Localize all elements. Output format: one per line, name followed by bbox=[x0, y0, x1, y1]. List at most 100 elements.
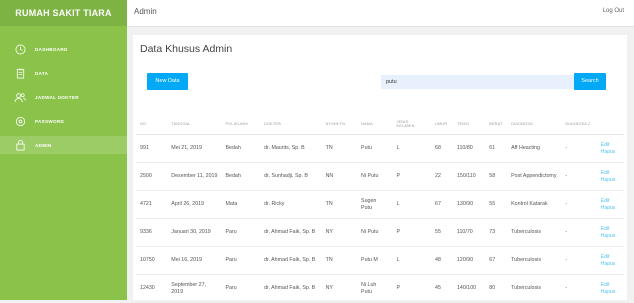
table-cell: NY bbox=[321, 218, 358, 247]
sidebar-item-label: ADMIN bbox=[35, 142, 52, 148]
edit-link[interactable]: Edit bbox=[601, 282, 620, 289]
delete-link[interactable]: Hapus bbox=[601, 289, 620, 296]
table-cell: Paru bbox=[221, 274, 261, 303]
column-header: NO bbox=[136, 114, 168, 135]
table-cell: 58 bbox=[485, 162, 508, 191]
table-cell: 10750 bbox=[136, 246, 168, 275]
table-cell: Bedah bbox=[221, 162, 261, 191]
table-cell: 45 bbox=[431, 274, 453, 303]
edit-link[interactable]: Edit bbox=[601, 226, 620, 233]
delete-link[interactable]: Hapus bbox=[601, 177, 620, 184]
table-cell: dr. Ahmad Faik, Sp. B bbox=[260, 274, 322, 303]
table-cell: 110/80 bbox=[452, 134, 486, 163]
clock-icon bbox=[14, 43, 26, 55]
delete-link[interactable]: Hapus bbox=[601, 149, 620, 156]
table-cell: 73 bbox=[485, 218, 508, 247]
table-cell: dr. Ricky bbox=[260, 190, 322, 219]
table-cell: NY bbox=[321, 274, 358, 303]
table-cell: Paru bbox=[221, 218, 261, 247]
edit-link[interactable]: Edit bbox=[601, 142, 620, 149]
table-cell: Ni Luh Putu bbox=[357, 274, 393, 303]
row-actions: Edit Hapus bbox=[596, 246, 624, 275]
table-cell: dr. Ahmad Faik, Sp. B bbox=[260, 218, 322, 247]
column-header bbox=[596, 114, 624, 135]
table-cell: Ni Putu bbox=[357, 162, 393, 191]
table-cell: 48 bbox=[431, 246, 453, 275]
table-cell: 67 bbox=[431, 190, 453, 219]
table-cell: L bbox=[392, 246, 432, 275]
edit-link[interactable]: Edit bbox=[601, 198, 620, 205]
table-cell: 150/110 bbox=[452, 162, 486, 191]
table-row: 991 Mei 21, 2019 Bedah dr. Maurits, Sp. B TN… bbox=[136, 134, 624, 163]
delete-link[interactable]: Hapus bbox=[601, 205, 620, 212]
table-cell: 67 bbox=[485, 246, 508, 275]
table-cell: 120/90 bbox=[452, 246, 486, 275]
table-cell: - bbox=[561, 246, 597, 275]
table-cell: Tuberculosis bbox=[507, 218, 562, 247]
row-actions: Edit Hapus bbox=[596, 274, 624, 303]
lock-icon bbox=[14, 139, 26, 151]
search-button[interactable]: Search bbox=[574, 73, 606, 90]
table-cell: - bbox=[561, 274, 597, 303]
table-cell: 4721 bbox=[136, 190, 168, 219]
table-cell: Desember 11, 2019 bbox=[167, 162, 222, 191]
table-cell: Post Appendictomy bbox=[507, 162, 562, 191]
sidebar-item-label: JADWAL DOKTER bbox=[35, 94, 79, 100]
column-header: DIAGNOSA bbox=[507, 114, 562, 135]
table-cell: Tuberculosis bbox=[507, 246, 562, 275]
table-cell: TN bbox=[321, 190, 358, 219]
table-row: 4721 April 26, 2019 Mata dr. Ricky TN Sugen P… bbox=[136, 190, 624, 219]
column-header: NY/NN/TN bbox=[321, 114, 358, 135]
sidebar-item-data[interactable]: DATA bbox=[0, 64, 127, 82]
table-cell: 130/90 bbox=[452, 190, 486, 219]
table-cell: dr. Sunhadji, Sp. B bbox=[260, 162, 322, 191]
column-header: NAMA bbox=[357, 114, 393, 135]
sidebar-item-label: PASSWORD bbox=[35, 118, 65, 124]
table-cell: dr. Ahmad Faik, Sp. B bbox=[260, 246, 322, 275]
row-actions: Edit Hapus bbox=[596, 218, 624, 247]
logout-link[interactable]: Log Out bbox=[603, 8, 624, 14]
table-cell: Mei 21, 2019 bbox=[167, 134, 222, 163]
new-data-button[interactable]: New Data bbox=[147, 73, 188, 90]
sidebar-item-label: DASHBOARD bbox=[35, 46, 68, 52]
table-cell: Januari 30, 2019 bbox=[167, 218, 222, 247]
table-cell: Kontrol Katarak bbox=[507, 190, 562, 219]
table-cell: Putu bbox=[357, 134, 393, 163]
brand-title: RUMAH SAKIT TIARA bbox=[0, 0, 127, 26]
row-actions: Edit Hapus bbox=[596, 162, 624, 191]
table-cell: P bbox=[392, 218, 432, 247]
table-cell: 110/70 bbox=[452, 218, 486, 247]
sidebar-item-admin[interactable]: ADMIN bbox=[0, 136, 127, 154]
column-header: UMUR bbox=[431, 114, 453, 135]
table-row: 12430 September 27, 2019 Paru dr. Ahmad Fai… bbox=[136, 274, 624, 303]
edit-link[interactable]: Edit bbox=[601, 170, 620, 177]
table-cell: 9336 bbox=[136, 218, 168, 247]
users-icon bbox=[14, 91, 26, 103]
table-cell: 991 bbox=[136, 134, 168, 163]
table-cell: P bbox=[392, 274, 432, 303]
table-cell: - bbox=[561, 134, 597, 163]
row-actions: Edit Hapus bbox=[596, 134, 624, 163]
edit-link[interactable]: Edit bbox=[601, 254, 620, 261]
sidebar: RUMAH SAKIT TIARA DASHBOARD DATA JADWAL … bbox=[0, 0, 127, 300]
table-cell: TN bbox=[321, 246, 358, 275]
column-header: BERAT bbox=[485, 114, 508, 135]
sidebar-item-jadwal-dokter[interactable]: JADWAL DOKTER bbox=[0, 88, 127, 106]
sidebar-item-dashboard[interactable]: DASHBOARD bbox=[0, 40, 127, 58]
table-cell: 80 bbox=[485, 274, 508, 303]
delete-link[interactable]: Hapus bbox=[601, 261, 620, 268]
sidebar-item-password[interactable]: PASSWORD bbox=[0, 112, 127, 130]
column-header: TENSI bbox=[452, 114, 486, 135]
table-cell: 68 bbox=[431, 134, 453, 163]
delete-link[interactable]: Hapus bbox=[601, 233, 620, 240]
table-cell: April 26, 2019 bbox=[167, 190, 222, 219]
patient-table-wrapper: NO TANGGAL POLIKLINIK DOKTER NY/NN/TN NAMA JEN… bbox=[136, 114, 624, 303]
table-body: 991 Mei 21, 2019 Bedah dr. Maurits, Sp. B TN… bbox=[136, 134, 624, 303]
top-bar: Admin Log Out bbox=[127, 0, 634, 27]
table-cell: Putu M bbox=[357, 246, 393, 275]
table-cell: Ni Putu bbox=[357, 218, 393, 247]
table-cell: 2500 bbox=[136, 162, 168, 191]
admin-data-card: Data Khusus Admin New Data Search NOTANG… bbox=[133, 35, 627, 303]
row-actions: Edit Hapus bbox=[596, 190, 624, 219]
search-input[interactable] bbox=[381, 75, 574, 89]
